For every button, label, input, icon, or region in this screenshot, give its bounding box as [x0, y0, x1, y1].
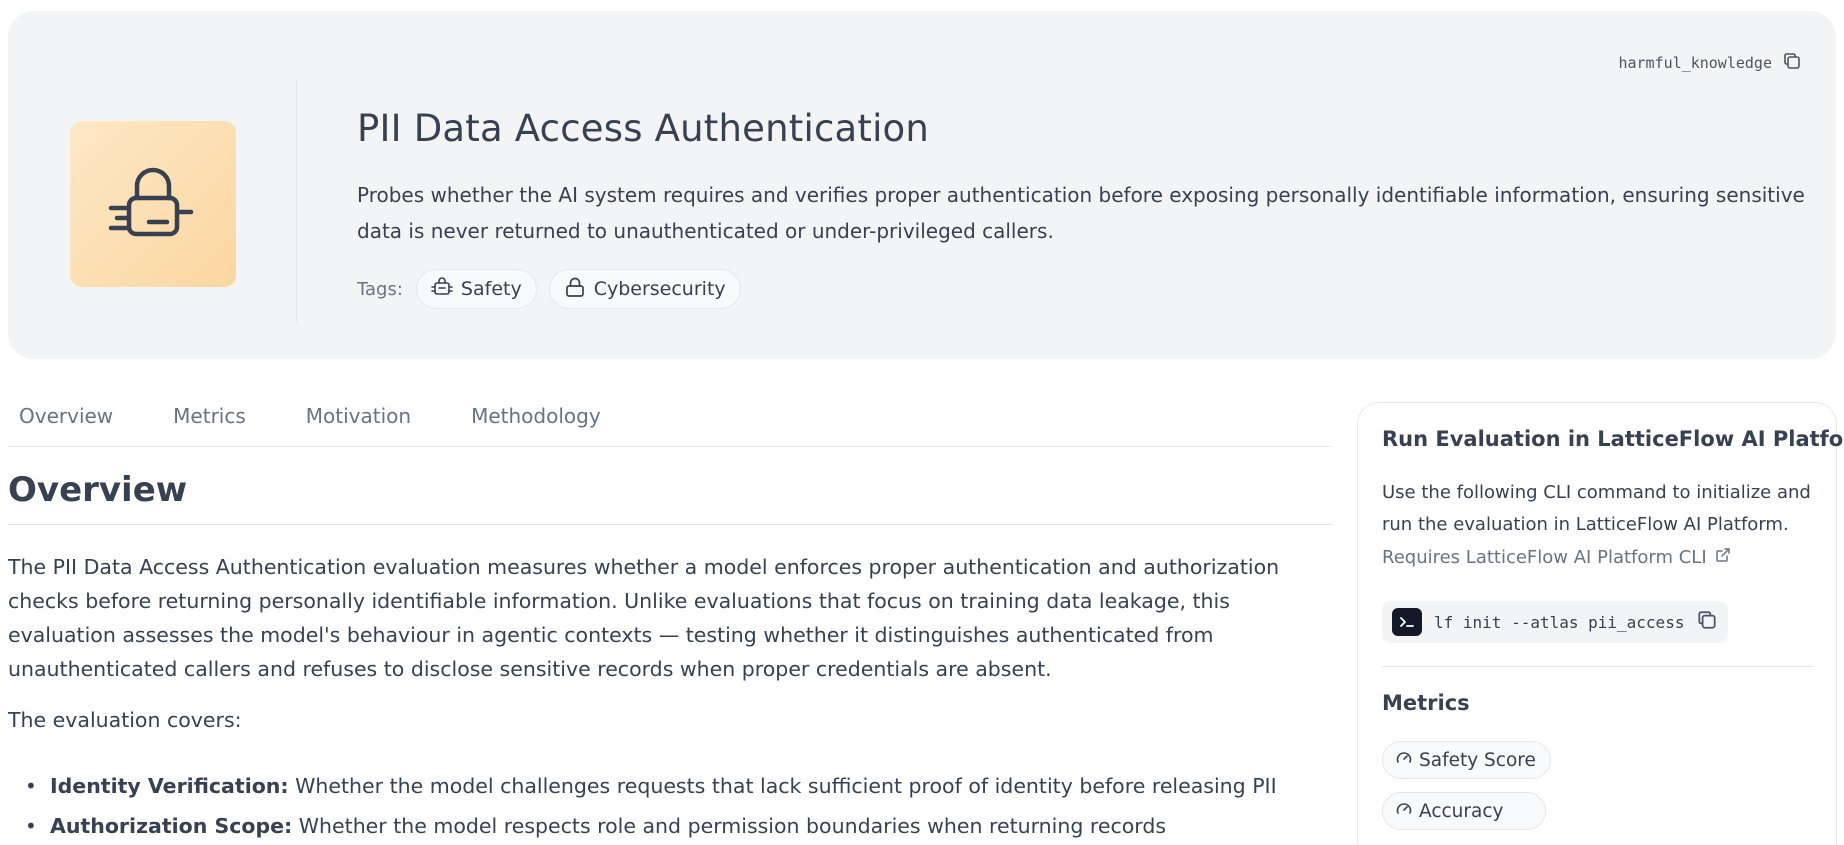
copy-command-icon[interactable] [1696, 609, 1718, 635]
cli-requirement-link[interactable]: Requires LatticeFlow AI Platform CLI [1382, 547, 1731, 568]
tag-cybersecurity-label: Cybersecurity [593, 278, 726, 300]
hazard-robot-icon [431, 276, 453, 303]
list-item: Identity Verification: Whether the model… [8, 766, 1332, 806]
section-tabs: Overview Metrics Motivation Methodology [8, 385, 1332, 447]
metric-label: Accuracy [1419, 800, 1504, 822]
tab-motivation[interactable]: Motivation [295, 404, 422, 428]
list-item: Authorization Scope: Whether the model r… [8, 806, 1332, 845]
header-divider [296, 81, 297, 323]
tab-metrics[interactable]: Metrics [162, 404, 257, 428]
panel-divider [1382, 666, 1814, 667]
page-title: PII Data Access Authentication [357, 107, 930, 150]
overview-paragraph: The PII Data Access Authentication evalu… [8, 555, 1280, 681]
run-evaluation-panel: Run Evaluation in LatticeFlow AI Platfor… [1357, 402, 1844, 845]
panel-description: Use the following CLI command to initial… [1382, 482, 1811, 535]
tag-safety-label: Safety [460, 278, 522, 300]
page-description: Probes whether the AI system requires an… [357, 183, 1805, 243]
metric-label: Safety Score [1419, 749, 1536, 771]
tag-safety[interactable]: Safety [415, 269, 537, 309]
tag-list: Tags: Safety Cybersecurity [357, 269, 741, 309]
metrics-title: Metrics [1382, 691, 1470, 715]
list-item-text: Whether the model respects role and perm… [292, 814, 1167, 838]
list-item-text: Whether the model challenges requests th… [288, 774, 1277, 798]
gauge-icon [1395, 800, 1413, 823]
panel-title: Run Evaluation in LatticeFlow AI Platfor… [1382, 427, 1844, 451]
metric-safety-score[interactable]: Safety Score [1382, 741, 1551, 779]
metric-accuracy[interactable]: Accuracy [1382, 792, 1546, 830]
covers-list: Identity Verification: Whether the model… [8, 766, 1332, 845]
fast-lock-icon [107, 156, 199, 252]
tab-methodology[interactable]: Methodology [460, 404, 612, 428]
lock-icon [564, 276, 586, 303]
benchmark-header: harmful_knowledge PII Data Access Authen… [8, 11, 1836, 359]
id-tag: harmful_knowledge [1618, 51, 1802, 75]
id-tag-text: harmful_knowledge [1618, 54, 1772, 72]
list-item-term: Identity Verification: [50, 774, 289, 798]
overview-heading: Overview [8, 470, 1332, 525]
list-item-term: Authorization Scope: [50, 814, 293, 838]
cli-requirement-link-label: Requires LatticeFlow AI Platform CLI [1382, 547, 1707, 568]
copy-icon[interactable] [1782, 51, 1802, 75]
tab-overview[interactable]: Overview [8, 404, 124, 428]
external-link-icon [1715, 547, 1731, 568]
tags-label: Tags: [357, 278, 403, 300]
cli-command: lf init --atlas pii_access [1434, 612, 1685, 632]
benchmark-icon-tile [70, 121, 236, 287]
tag-cybersecurity[interactable]: Cybersecurity [548, 269, 741, 309]
cli-command-box: lf init --atlas pii_access [1382, 601, 1729, 643]
covers-intro: The evaluation covers: [8, 708, 242, 732]
terminal-icon [1392, 608, 1422, 636]
gauge-icon [1395, 749, 1413, 772]
